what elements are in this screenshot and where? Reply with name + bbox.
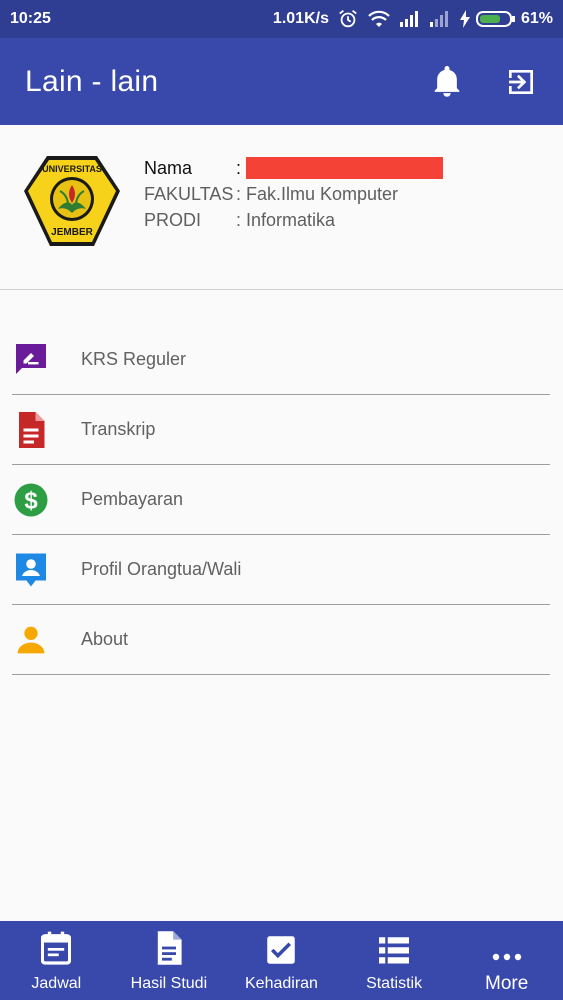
menu-item-label: KRS Reguler xyxy=(81,348,187,369)
nav-statistik[interactable]: Statistik xyxy=(338,921,451,1000)
nav-label: More xyxy=(485,973,529,994)
nav-hasil-studi[interactable]: Hasil Studi xyxy=(113,921,226,1000)
menu-item-label: About xyxy=(81,629,129,649)
nav-label: Kehadiran xyxy=(245,975,318,992)
menu-item-label: Transkrip xyxy=(81,419,156,439)
nav-kehadiran[interactable]: Kehadiran xyxy=(225,921,338,1000)
prodi-row: PRODI : Informatika xyxy=(144,207,443,233)
logo-text-top: UNIVERSITAS xyxy=(42,164,102,174)
signal-weak-icon xyxy=(429,10,451,28)
university-logo: UNIVERSITAS JEMBER xyxy=(24,156,120,246)
menu-list: KRS Reguler Transkrip $ Pembayaran Profi… xyxy=(12,324,550,675)
profile-card: UNIVERSITAS JEMBER Nama : FAKULTAS : Fak… xyxy=(0,125,563,290)
battery-icon xyxy=(475,11,515,27)
battery-percent: 61% xyxy=(520,10,553,27)
logout-button[interactable] xyxy=(504,65,538,99)
status-bar: 10:25 1.01K/s 61% xyxy=(0,0,563,38)
fakultas-row: FAKULTAS : Fak.Ilmu Komputer xyxy=(144,181,443,207)
menu-item-label: Profil Orangtua/Wali xyxy=(81,559,242,579)
nav-label: Jadwal xyxy=(31,975,82,992)
fakultas-label: FAKULTAS xyxy=(144,184,234,204)
menu-item-pembayaran[interactable]: $ Pembayaran xyxy=(12,465,550,535)
list-icon xyxy=(379,921,410,965)
name-redacted xyxy=(246,157,443,179)
app-bar: Lain - lain xyxy=(0,38,563,125)
bottom-navigation: Jadwal Hasil Studi Kehadiran Statistik M… xyxy=(0,921,563,1000)
nav-jadwal[interactable]: Jadwal xyxy=(0,921,113,1000)
menu-item-krs-reguler[interactable]: KRS Reguler xyxy=(12,324,550,395)
signal-icon xyxy=(399,10,421,28)
battery: 61% xyxy=(459,10,553,28)
prodi-sep: : xyxy=(236,210,242,230)
profile-info: Nama : FAKULTAS : Fak.Ilmu Komputer PROD… xyxy=(144,155,443,233)
name-label: Nama xyxy=(144,158,193,178)
menu-item-profil-orangtua[interactable]: Profil Orangtua/Wali xyxy=(12,535,550,605)
status-time: 10:25 xyxy=(10,10,51,27)
checkbox-icon xyxy=(266,921,296,965)
network-speed: 1.01K/s xyxy=(272,10,329,27)
dollar-icon: $ xyxy=(12,481,50,519)
bell-icon xyxy=(434,65,460,97)
logo-text-bottom: JEMBER xyxy=(51,227,93,238)
notification-button[interactable] xyxy=(430,65,464,99)
fakultas-value: Fak.Ilmu Komputer xyxy=(246,184,399,204)
edit-note-icon xyxy=(12,340,50,378)
svg-text:$: $ xyxy=(24,487,38,514)
menu-item-transkrip[interactable]: Transkrip xyxy=(12,395,550,465)
menu-item-label: Pembayaran xyxy=(81,489,184,509)
logout-icon xyxy=(509,69,533,94)
nav-label: Hasil Studi xyxy=(130,975,208,992)
wifi-icon xyxy=(367,9,391,29)
nav-label: Statistik xyxy=(366,975,423,992)
alarm-icon xyxy=(337,8,359,30)
fakultas-sep: : xyxy=(236,184,242,204)
document-icon xyxy=(12,411,50,449)
charging-icon xyxy=(459,10,470,28)
more-icon xyxy=(492,921,522,965)
contact-icon xyxy=(12,551,50,589)
name-row: Nama : xyxy=(144,155,443,181)
calendar-icon xyxy=(41,921,72,965)
prodi-value: Informatika xyxy=(246,210,336,230)
name-sep: : xyxy=(236,158,242,178)
document-icon xyxy=(155,921,183,965)
person-icon xyxy=(12,621,50,659)
page-title: Lain - lain xyxy=(25,64,159,98)
prodi-label: PRODI xyxy=(144,210,202,230)
nav-more[interactable]: More xyxy=(450,921,563,1000)
menu-item-about[interactable]: About xyxy=(12,605,550,675)
